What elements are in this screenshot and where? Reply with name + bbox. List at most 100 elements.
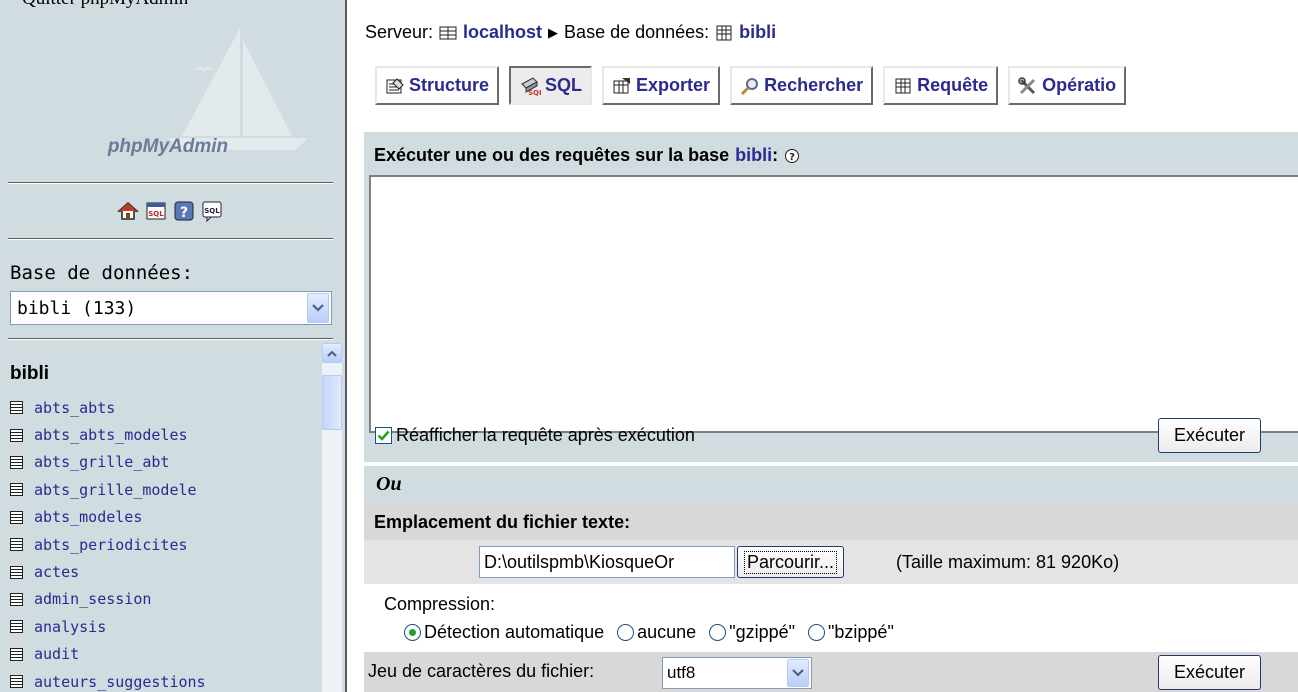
sql-query-icon[interactable]: SQL bbox=[145, 200, 167, 222]
charset-select[interactable]: utf8 bbox=[662, 657, 812, 689]
table-name-link[interactable]: abts_abts_modeles bbox=[34, 426, 188, 444]
table-list: abts_abts abts_abts_modeles abts_grille_ab… bbox=[10, 394, 315, 692]
table-list-item[interactable]: abts_grille_abt bbox=[10, 449, 315, 476]
sql-icon: SQL bbox=[521, 76, 541, 96]
database-select-value: bibli (133) bbox=[17, 297, 137, 319]
table-list-item[interactable]: abts_periodicites bbox=[10, 531, 315, 558]
sql-heading-text: Exécuter une ou des requêtes sur la base bbox=[374, 145, 730, 165]
home-icon[interactable] bbox=[117, 200, 139, 222]
table-name-link[interactable]: auteurs_suggestions bbox=[34, 673, 206, 691]
table-list-item[interactable]: abts_modeles bbox=[10, 504, 315, 531]
scrollbar[interactable] bbox=[322, 343, 342, 692]
help-icon[interactable]: ? bbox=[173, 200, 195, 222]
compression-area: Compression: Détection automatique aucun… bbox=[364, 584, 1298, 652]
file-path-input[interactable]: D:\outilspmb\KiosqueOr bbox=[479, 546, 735, 578]
reshow-query-option[interactable]: Réafficher la requête après exécution bbox=[375, 425, 695, 446]
table-name-link[interactable]: admin_session bbox=[34, 590, 151, 608]
sql-panel-heading: Exécuter une ou des requêtes sur la base… bbox=[374, 145, 800, 166]
compression-option-gzip[interactable]: "gzippé" bbox=[709, 622, 795, 643]
table-list-item[interactable]: abts_abts_modeles bbox=[10, 421, 315, 448]
table-list-item[interactable]: admin_session bbox=[10, 586, 315, 613]
compression-option-auto[interactable]: Détection automatique bbox=[404, 622, 604, 643]
radio-auto[interactable] bbox=[404, 624, 421, 641]
tab-structure-label: Structure bbox=[409, 75, 490, 95]
tab-export[interactable]: Exporter bbox=[602, 66, 721, 105]
breadcrumb: Serveur: localhost ▶ Base de données: bi… bbox=[365, 22, 776, 43]
table-name-link[interactable]: audit bbox=[34, 645, 79, 663]
database-link[interactable]: bibli bbox=[739, 22, 776, 43]
scroll-thumb[interactable] bbox=[322, 375, 342, 430]
chevron-down-icon[interactable] bbox=[787, 659, 809, 687]
divider bbox=[8, 238, 333, 240]
table-name-link[interactable]: abts_grille_abt bbox=[34, 453, 169, 471]
radio-gzip[interactable] bbox=[709, 624, 727, 641]
table-list-item[interactable]: auteurs_suggestions bbox=[10, 668, 315, 692]
compression-option-label: "bzippé" bbox=[828, 622, 894, 642]
table-icon[interactable] bbox=[10, 483, 23, 497]
help-icon[interactable]: ? bbox=[784, 148, 800, 164]
tab-search[interactable]: Rechercher bbox=[730, 66, 874, 105]
browse-button[interactable]: Parcourir... bbox=[737, 546, 845, 578]
max-size-note: (Taille maximum: 81 920Ko) bbox=[896, 552, 1120, 572]
table-list-item[interactable]: analysis bbox=[10, 613, 315, 640]
file-row: D:\outilspmb\KiosqueOr Parcourir... (Tai… bbox=[364, 540, 1298, 584]
table-name-link[interactable]: abts_grille_modele bbox=[34, 481, 197, 499]
phpmyadmin-logo[interactable]: phpMyAdmin bbox=[0, 18, 335, 178]
radio-bzip[interactable] bbox=[808, 624, 826, 641]
tab-export-label: Exporter bbox=[636, 75, 711, 95]
svg-text:SQL: SQL bbox=[148, 210, 164, 218]
sql-heading-colon: : bbox=[772, 145, 779, 165]
table-name-link[interactable]: actes bbox=[34, 563, 79, 581]
database-crumb-label: Base de données: bbox=[564, 22, 710, 42]
divider bbox=[8, 338, 333, 340]
table-name-link[interactable]: analysis bbox=[34, 618, 106, 636]
table-icon[interactable] bbox=[10, 647, 23, 661]
sql-heading-database: bibli bbox=[735, 145, 773, 165]
browse-button-label: Parcourir... bbox=[744, 550, 838, 574]
tab-query[interactable]: Requête bbox=[883, 66, 999, 105]
table-icon[interactable] bbox=[10, 620, 23, 634]
table-icon[interactable] bbox=[10, 455, 23, 469]
table-icon[interactable] bbox=[10, 510, 23, 524]
search-icon bbox=[741, 77, 759, 95]
table-icon[interactable] bbox=[10, 401, 23, 415]
database-heading[interactable]: bibli bbox=[10, 363, 49, 385]
table-icon[interactable] bbox=[10, 565, 23, 579]
tab-operations[interactable]: Opératio bbox=[1008, 66, 1127, 105]
table-list-item[interactable]: abts_grille_modele bbox=[10, 476, 315, 503]
tab-query-label: Requête bbox=[917, 75, 989, 95]
server-link[interactable]: localhost bbox=[463, 22, 542, 43]
charset-label: Jeu de caractères du fichier: bbox=[368, 661, 595, 681]
table-icon[interactable] bbox=[10, 592, 23, 606]
table-name-link[interactable]: abts_modeles bbox=[34, 508, 142, 526]
svg-text:?: ? bbox=[180, 205, 188, 221]
database-select[interactable]: bibli (133) bbox=[10, 291, 332, 325]
table-icon[interactable] bbox=[10, 675, 23, 689]
table-icon[interactable] bbox=[10, 538, 23, 552]
sql-docs-icon[interactable]: SQL bbox=[201, 200, 223, 222]
tab-structure[interactable]: Structure bbox=[375, 66, 500, 105]
table-name-link[interactable]: abts_periodicites bbox=[34, 536, 188, 554]
table-icon[interactable] bbox=[10, 428, 23, 442]
table-list-item[interactable]: abts_abts bbox=[10, 394, 315, 421]
charset-row: Jeu de caractères du fichier: utf8 Exécu… bbox=[364, 652, 1298, 692]
execute-import-button[interactable]: Exécuter bbox=[1158, 655, 1262, 690]
compression-option-label: "gzippé" bbox=[729, 622, 796, 642]
table-list-item[interactable]: actes bbox=[10, 558, 315, 585]
quit-link[interactable]: Quitter phpMyAdmin bbox=[22, 0, 188, 10]
compression-option-bzip[interactable]: "bzippé" bbox=[808, 622, 894, 643]
sql-query-textarea[interactable] bbox=[369, 175, 1298, 433]
scroll-up-button[interactable] bbox=[322, 343, 342, 363]
radio-none[interactable] bbox=[617, 624, 635, 641]
database-label: Base de données: bbox=[10, 262, 194, 284]
or-label: Ou bbox=[376, 472, 402, 495]
execute-sql-button[interactable]: Exécuter bbox=[1158, 418, 1262, 453]
table-list-item[interactable]: audit bbox=[10, 641, 315, 668]
logo-text: phpMyAdmin bbox=[107, 136, 228, 157]
tab-sql[interactable]: SQL SQL bbox=[509, 66, 593, 105]
chevron-down-icon[interactable] bbox=[307, 293, 329, 323]
compression-option-none[interactable]: aucune bbox=[617, 622, 696, 643]
charset-select-value: utf8 bbox=[667, 663, 696, 682]
reshow-checkbox[interactable] bbox=[375, 427, 392, 444]
table-name-link[interactable]: abts_abts bbox=[34, 399, 115, 417]
